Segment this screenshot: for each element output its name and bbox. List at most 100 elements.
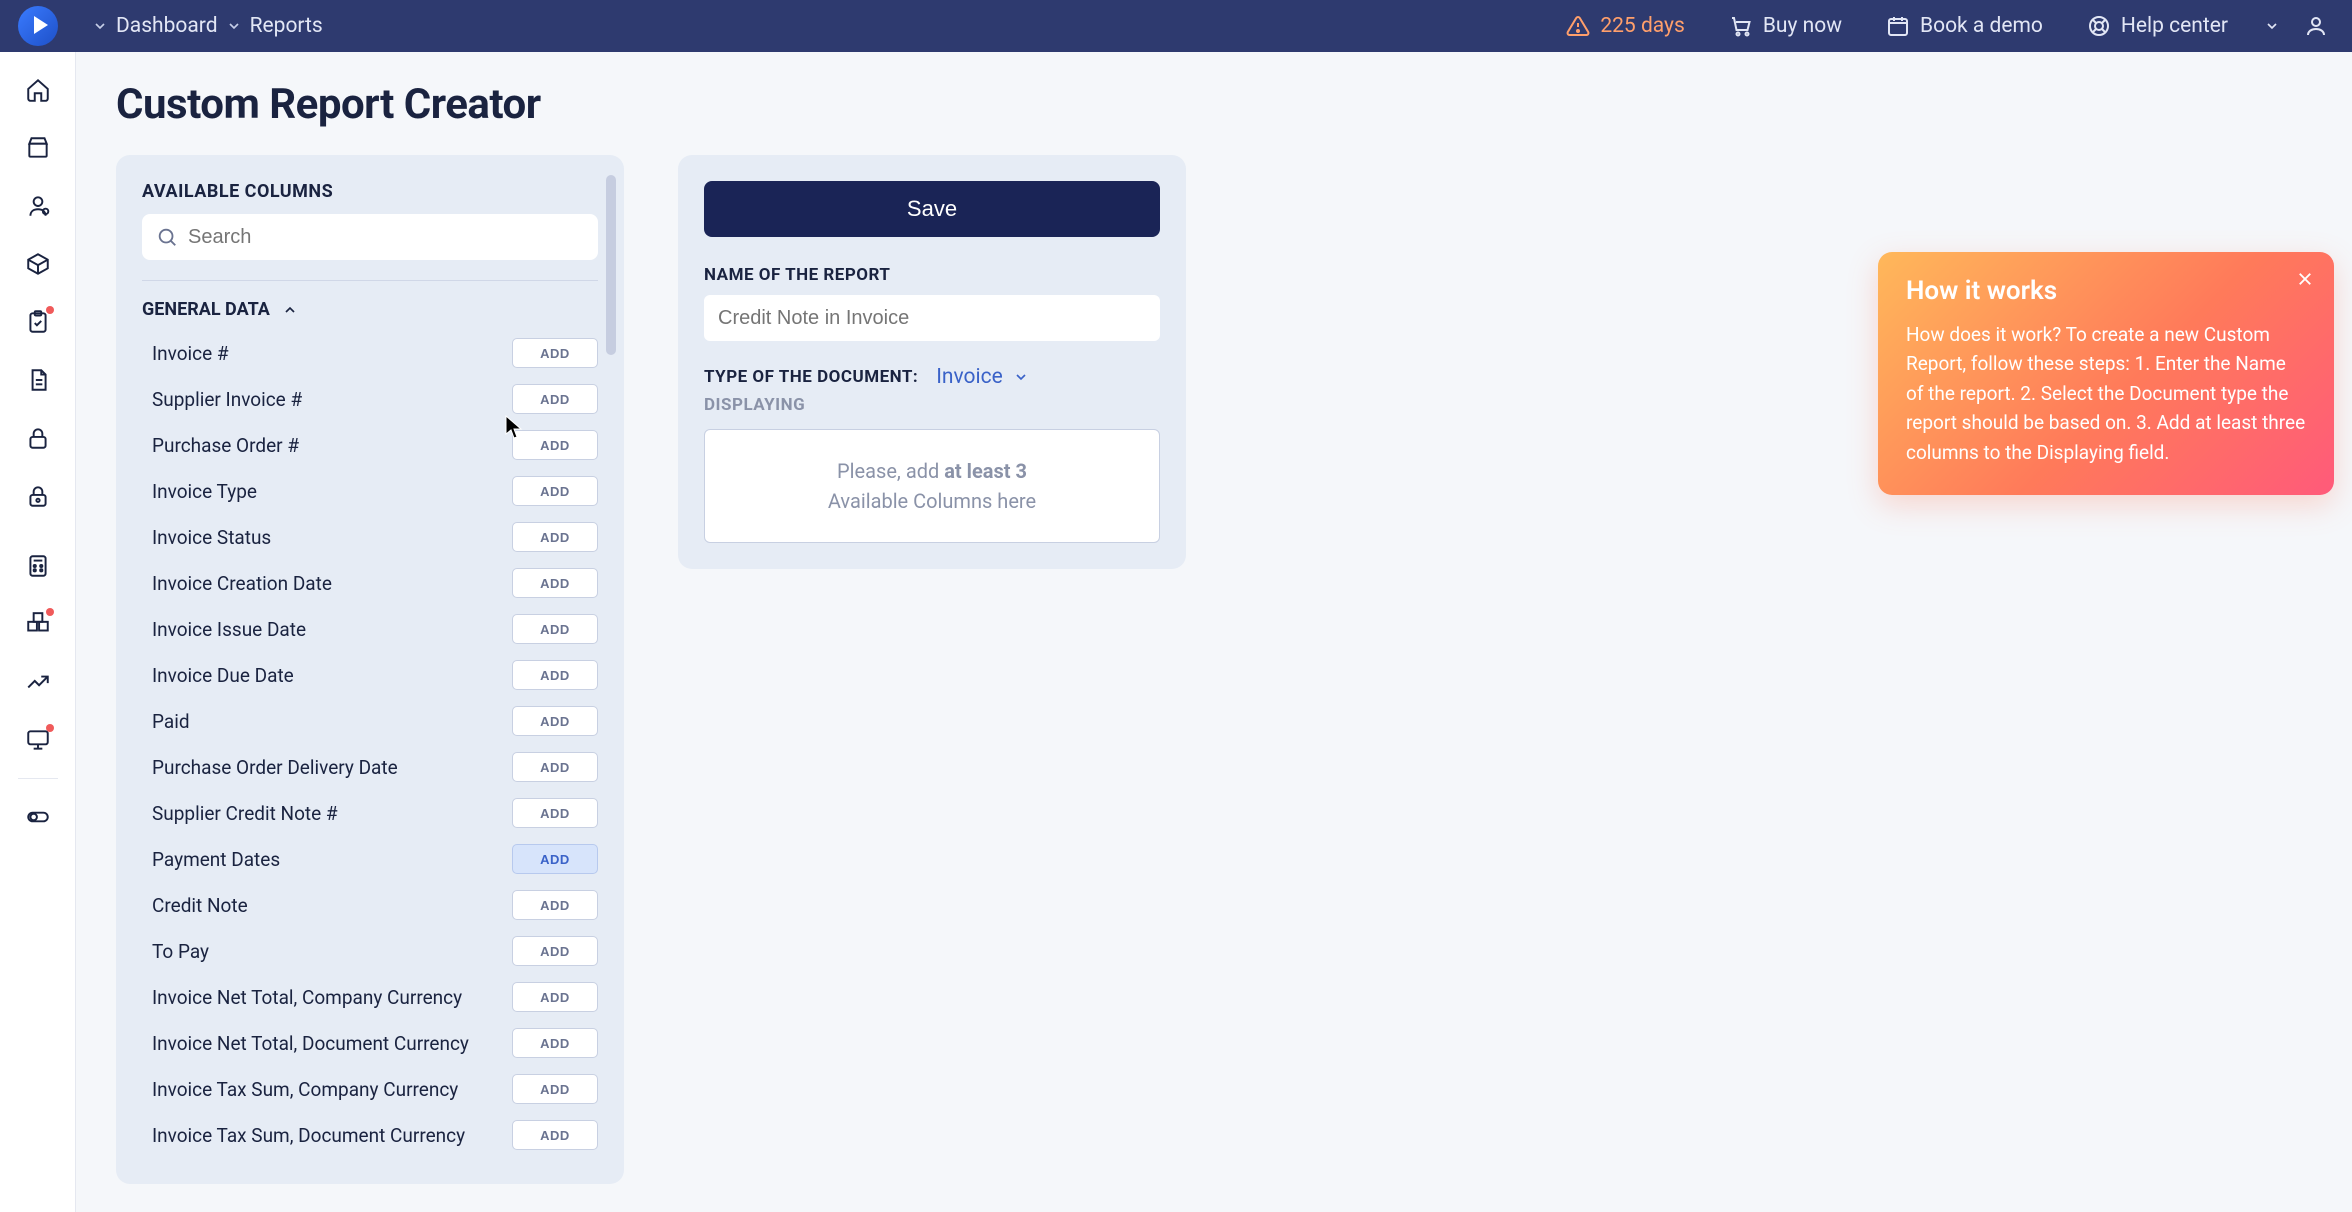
chevron-down-icon[interactable] <box>92 18 108 34</box>
sidebar-item-reports[interactable] <box>10 654 66 710</box>
column-row: To Pay ADD <box>142 928 598 974</box>
sidebar-item-toggle[interactable] <box>10 789 66 845</box>
book-demo-link[interactable]: Book a demo <box>1868 14 2061 38</box>
crumb-reports[interactable]: Reports <box>250 14 323 38</box>
add-column-button[interactable]: ADD <box>512 614 598 644</box>
add-column-button[interactable]: ADD <box>512 1120 598 1150</box>
user-icon <box>2304 14 2328 38</box>
add-column-button[interactable]: ADD <box>512 752 598 782</box>
add-column-button[interactable]: ADD <box>512 522 598 552</box>
box-icon <box>25 251 51 277</box>
add-column-button[interactable]: ADD <box>512 798 598 828</box>
column-label: Invoice Tax Sum, Company Currency <box>152 1078 458 1101</box>
name-label: NAME OF THE REPORT <box>704 265 1160 285</box>
column-row: Supplier Invoice #ADD <box>142 376 598 422</box>
column-label: To Pay <box>152 940 209 963</box>
column-row: Invoice Due Date ADD <box>142 652 598 698</box>
add-column-button[interactable]: ADD <box>512 1074 598 1104</box>
calendar-icon <box>1886 14 1910 38</box>
column-row: Invoice # ADD <box>142 330 598 376</box>
sidebar-item-approvals-2[interactable] <box>10 468 66 524</box>
column-label: Invoice Type <box>152 480 257 503</box>
column-row: Paid ADD <box>142 698 598 744</box>
help-center-link[interactable]: Help center <box>2069 14 2246 38</box>
add-column-button[interactable]: ADD <box>512 982 598 1012</box>
document-icon <box>25 367 51 393</box>
add-column-button[interactable]: ADD <box>512 568 598 598</box>
scrollbar-thumb[interactable] <box>606 175 616 355</box>
displaying-label: DISPLAYING <box>704 395 1160 415</box>
group-general-data[interactable]: GENERAL DATA <box>142 299 598 320</box>
close-icon <box>2296 270 2314 288</box>
column-row: Invoice Issue DateADD <box>142 606 598 652</box>
lock-icon <box>25 425 51 451</box>
report-name-input[interactable] <box>704 295 1160 341</box>
add-column-button[interactable]: ADD <box>512 890 598 920</box>
doc-type-label: TYPE OF THE DOCUMENT: <box>704 367 918 387</box>
sidebar-item-items[interactable] <box>10 236 66 292</box>
add-column-button[interactable]: ADD <box>512 660 598 690</box>
chart-icon <box>25 669 51 695</box>
column-row: Invoice Tax Sum, Company Currency ADD <box>142 1066 598 1112</box>
more-menu[interactable] <box>2254 18 2290 34</box>
column-row: Invoice Type ADD <box>142 468 598 514</box>
user-menu[interactable] <box>2298 14 2334 38</box>
search-wrap <box>142 214 598 260</box>
chevron-down-icon[interactable] <box>226 18 242 34</box>
add-column-button[interactable]: ADD <box>512 706 598 736</box>
column-label: Invoice Creation Date <box>152 572 332 595</box>
sidebar-item-suppliers[interactable] <box>10 178 66 234</box>
cart-icon <box>25 135 51 161</box>
app-logo[interactable] <box>0 0 76 52</box>
page-title: Custom Report Creator <box>116 80 2312 129</box>
column-row: Invoice Net Total, Document Currency ADD <box>142 1020 598 1066</box>
trial-days[interactable]: 225 days <box>1548 14 1703 38</box>
close-tip-button[interactable] <box>2296 270 2314 292</box>
sidebar-item-accounting[interactable] <box>10 538 66 594</box>
calculator-icon <box>25 553 51 579</box>
sidebar-item-approvals[interactable] <box>10 410 66 466</box>
column-row: Invoice Creation Date ADD <box>142 560 598 606</box>
columns-list: Invoice #ADDSupplier Invoice #ADDPurchas… <box>142 330 598 1158</box>
chevron-down-icon <box>1013 369 1029 385</box>
sidebar-item-home[interactable] <box>10 62 66 118</box>
available-columns-panel: AVAILABLE COLUMNS GENERAL DATA Invoice #… <box>116 155 624 1184</box>
add-column-button[interactable]: ADD <box>512 1028 598 1058</box>
column-label: Invoice # <box>152 342 229 365</box>
breadcrumb: Dashboard Reports <box>92 14 323 38</box>
save-button[interactable]: Save <box>704 181 1160 237</box>
column-label: Invoice Net Total, Document Currency <box>152 1032 469 1055</box>
crumb-dashboard[interactable]: Dashboard <box>116 14 218 38</box>
search-icon <box>156 226 178 248</box>
column-row: Invoice Net Total, Company CurrencyADD <box>142 974 598 1020</box>
doc-type-select[interactable]: Invoice <box>936 365 1029 389</box>
add-column-button[interactable]: ADD <box>512 338 598 368</box>
sidebar-item-documents[interactable] <box>10 352 66 408</box>
sidebar-item-admin[interactable] <box>10 712 66 768</box>
add-column-button[interactable]: ADD <box>512 430 598 460</box>
displaying-dropzone[interactable]: Please, add at least 3 Available Columns… <box>704 429 1160 543</box>
tip-body: How does it work? To create a new Custom… <box>1906 320 2306 467</box>
buy-now-link[interactable]: Buy now <box>1711 14 1860 38</box>
cart-icon <box>1729 14 1753 38</box>
available-columns-heading: AVAILABLE COLUMNS <box>142 181 598 202</box>
add-column-button[interactable]: ADD <box>512 844 598 874</box>
column-label: Invoice Due Date <box>152 664 294 687</box>
topbar: Dashboard Reports 225 days Buy now Book … <box>0 0 2352 52</box>
column-label: Credit Note <box>152 894 248 917</box>
add-column-button[interactable]: ADD <box>512 476 598 506</box>
column-row: Invoice StatusADD <box>142 514 598 560</box>
column-label: Paid <box>152 710 190 733</box>
sidebar-item-tasks[interactable] <box>10 294 66 350</box>
sidebar-item-purchases[interactable] <box>10 120 66 176</box>
tip-title: How it works <box>1906 276 2306 306</box>
sidebar-item-inventory[interactable] <box>10 596 66 652</box>
panel-scrollbar[interactable] <box>606 175 616 1164</box>
add-column-button[interactable]: ADD <box>512 384 598 414</box>
add-column-button[interactable]: ADD <box>512 936 598 966</box>
home-icon <box>25 77 51 103</box>
column-row: Credit Note ADD <box>142 882 598 928</box>
column-label: Payment Dates <box>152 848 280 871</box>
search-input[interactable] <box>188 226 584 249</box>
supplier-icon <box>25 193 51 219</box>
